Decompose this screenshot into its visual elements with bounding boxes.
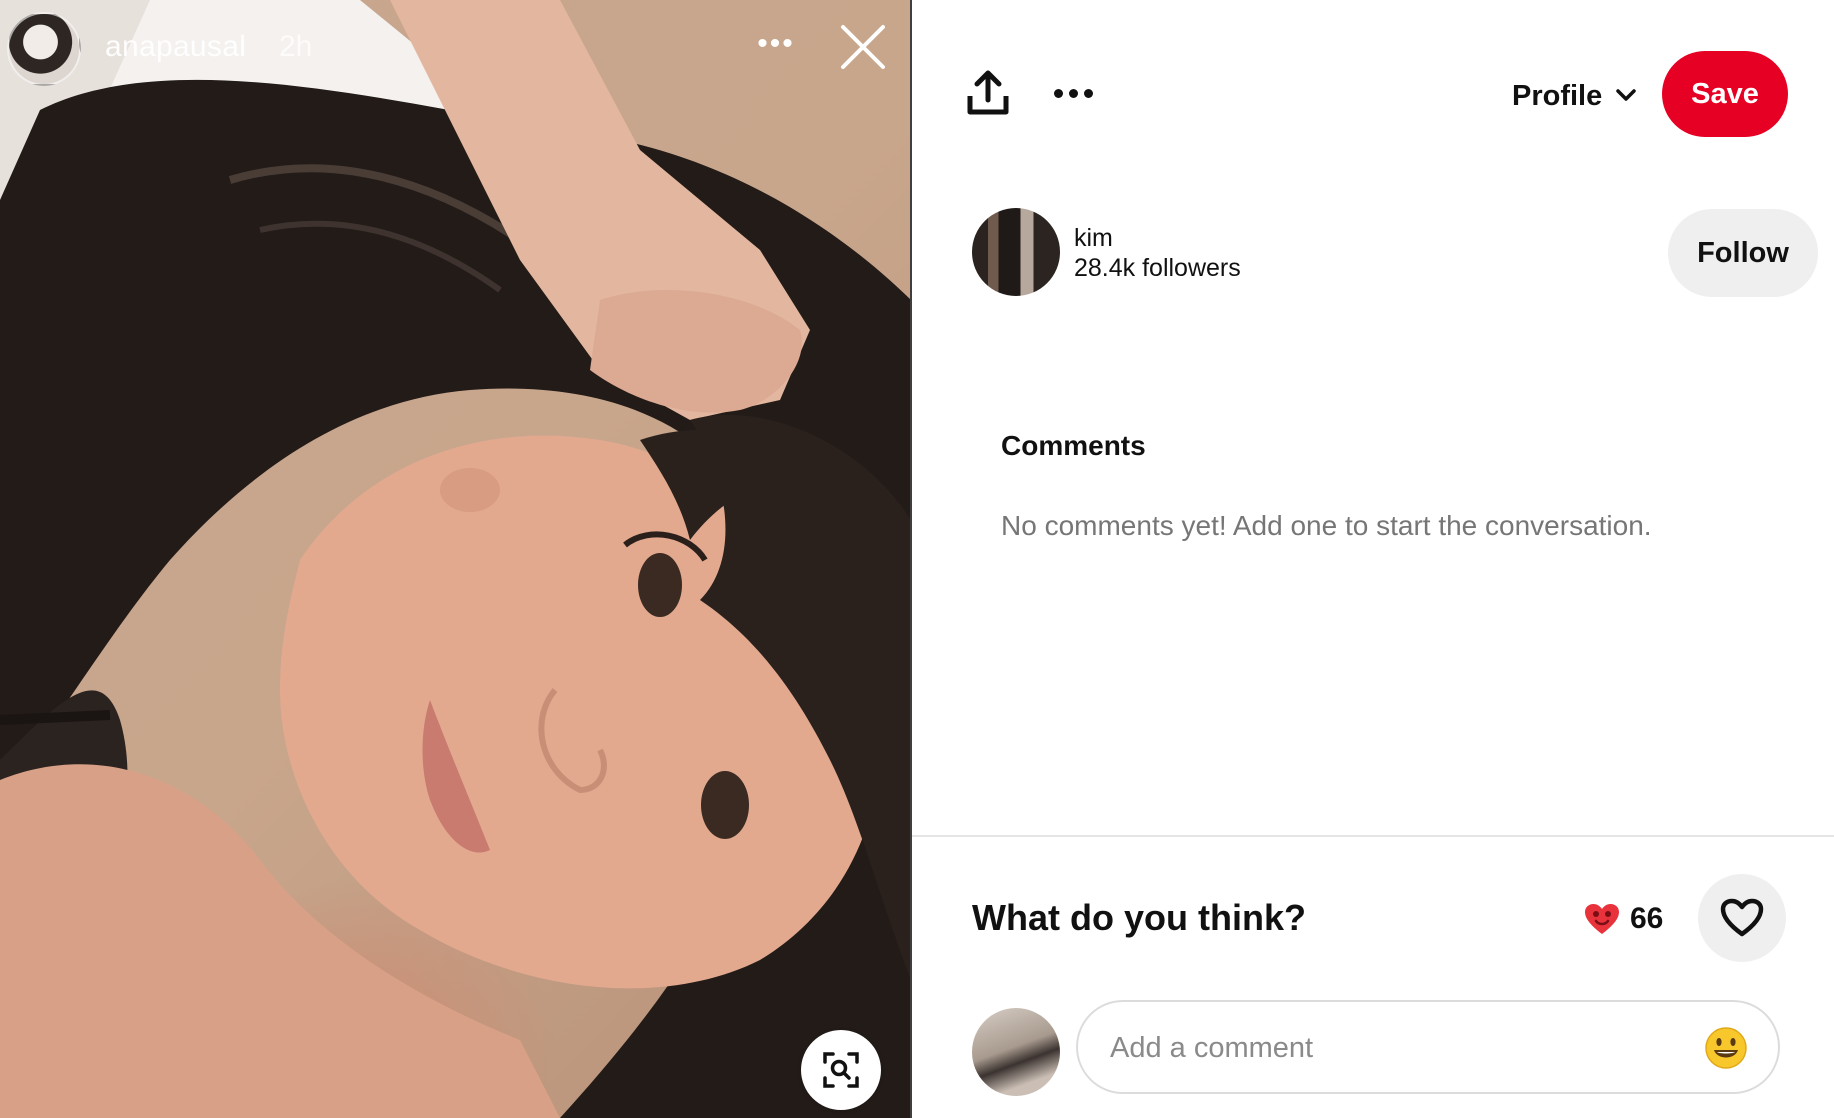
story-timestamp: 2h	[279, 30, 313, 63]
reaction-summary[interactable]: 66	[1584, 899, 1663, 939]
visual-search-button[interactable]	[801, 1030, 881, 1110]
reaction-count: 66	[1630, 902, 1664, 935]
comments-empty-state: No comments yet! Add one to start the co…	[1001, 510, 1652, 541]
visual-search-icon	[823, 1052, 859, 1088]
story-close-button[interactable]	[838, 22, 888, 72]
smiley-emoji-icon	[1705, 1027, 1747, 1069]
ellipsis-icon: •••	[757, 27, 795, 60]
profile-select-label: Profile	[1512, 79, 1603, 112]
section-divider	[912, 835, 1834, 837]
story-avatar[interactable]	[7, 12, 81, 86]
story-image-panel[interactable]: anapausal 2h •••	[0, 0, 911, 1118]
more-options-button[interactable]	[1054, 78, 1102, 108]
follow-button[interactable]: Follow	[1668, 209, 1818, 297]
emoji-picker-button[interactable]	[1704, 1026, 1748, 1070]
story-username[interactable]: anapausal	[105, 30, 246, 64]
feedback-prompt: What do you think?	[972, 897, 1306, 938]
story-photo	[0, 0, 911, 1118]
ellipsis-icon	[1054, 88, 1063, 98]
current-user-avatar	[972, 1008, 1060, 1096]
close-icon	[841, 25, 885, 69]
share-upload-icon	[967, 70, 1009, 115]
heart-eyes-emoji-icon	[1585, 904, 1619, 934]
heart-outline-icon	[1720, 898, 1764, 937]
ellipsis-icon	[1084, 88, 1093, 98]
comments-heading: Comments	[1001, 430, 1146, 461]
comment-input[interactable]	[1108, 1024, 1672, 1072]
creator-name[interactable]: kim	[1074, 224, 1113, 253]
creator-follower-count: 28.4k followers	[1074, 254, 1241, 282]
board-profile-dropdown[interactable]: Profile	[1512, 72, 1636, 120]
share-button[interactable]	[966, 70, 1010, 116]
ellipsis-icon	[1069, 88, 1078, 98]
chevron-down-icon	[1616, 89, 1636, 101]
comment-field[interactable]	[1076, 1000, 1780, 1094]
react-heart-button[interactable]	[1698, 874, 1786, 962]
creator-avatar[interactable]	[972, 208, 1060, 296]
story-more-button[interactable]: •••	[754, 29, 798, 59]
save-button[interactable]: Save	[1662, 51, 1788, 137]
story-header: anapausal 2h •••	[0, 0, 911, 100]
pin-detail-panel: Profile Save kim 28.4k followers Follow …	[912, 0, 1834, 1118]
